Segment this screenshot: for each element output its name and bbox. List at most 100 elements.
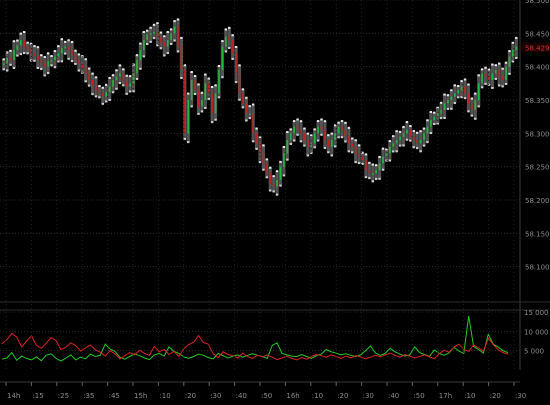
candle-high-tick bbox=[101, 86, 105, 89]
candle-body bbox=[84, 68, 87, 74]
candle-low-tick bbox=[443, 117, 446, 119]
candle-low-tick bbox=[142, 55, 146, 58]
candle-high-tick bbox=[193, 75, 197, 77]
candle-low-tick bbox=[450, 107, 453, 110]
candle-high-tick bbox=[214, 84, 217, 87]
candle-high-tick bbox=[128, 75, 132, 78]
candle-body bbox=[467, 93, 470, 104]
candle-body bbox=[143, 40, 145, 50]
candle-high-tick bbox=[16, 39, 19, 42]
candle-low-tick bbox=[149, 40, 152, 43]
candle-high-tick bbox=[197, 83, 200, 86]
candle-body bbox=[88, 73, 90, 80]
candle-body bbox=[494, 70, 497, 74]
candle-low-tick bbox=[173, 39, 176, 42]
candle-low-tick bbox=[258, 161, 262, 164]
time-tick-label: :10 bbox=[159, 392, 170, 400]
candle-body bbox=[344, 130, 347, 137]
candle-high-tick bbox=[23, 31, 26, 33]
price-tick-label: 58.150 bbox=[525, 230, 550, 238]
candle-body bbox=[419, 140, 422, 144]
candle-high-tick bbox=[173, 20, 176, 23]
candle-body bbox=[348, 136, 350, 144]
candle-body bbox=[354, 146, 357, 154]
candle-body bbox=[180, 46, 183, 70]
candle-body bbox=[289, 133, 292, 140]
candle-high-tick bbox=[33, 45, 36, 48]
candle-body bbox=[283, 153, 285, 167]
candle-high-tick bbox=[180, 36, 183, 39]
candle-low-tick bbox=[91, 93, 94, 96]
candle-high-tick bbox=[344, 121, 347, 124]
candle-high-tick bbox=[395, 130, 398, 133]
candle-low-tick bbox=[299, 140, 303, 143]
candle-low-tick bbox=[351, 151, 354, 154]
candle-body bbox=[238, 73, 241, 94]
candle-low-tick bbox=[9, 63, 12, 66]
candle-high-tick bbox=[504, 61, 508, 64]
time-tick-label: 14h bbox=[7, 392, 20, 400]
candle-high-tick bbox=[122, 68, 125, 71]
candle-low-tick bbox=[282, 174, 286, 177]
candle-body bbox=[228, 36, 231, 40]
price-tick-label: 58.500 bbox=[525, 0, 550, 5]
candle-high-tick bbox=[508, 50, 511, 53]
price-tick-label: 58.300 bbox=[525, 130, 550, 138]
candle-high-tick bbox=[245, 96, 248, 99]
time-tick-label: 17h bbox=[439, 392, 452, 400]
candle-low-tick bbox=[265, 176, 269, 179]
candle-low-tick bbox=[2, 68, 5, 71]
candle-high-tick bbox=[108, 76, 111, 79]
candle-body bbox=[460, 86, 463, 90]
candle-high-tick bbox=[118, 64, 122, 67]
candle-body bbox=[409, 130, 412, 137]
candle-body bbox=[242, 93, 244, 104]
candle-body bbox=[139, 50, 142, 60]
candle-low-tick bbox=[419, 150, 422, 153]
candle-low-tick bbox=[152, 37, 156, 40]
candle-low-tick bbox=[40, 67, 43, 70]
candle-low-tick bbox=[50, 64, 53, 67]
candle-body bbox=[184, 70, 186, 134]
candle-body bbox=[61, 48, 63, 54]
candle-body bbox=[300, 130, 302, 134]
candle-high-tick bbox=[248, 105, 251, 108]
candle-high-tick bbox=[351, 137, 354, 140]
candle-low-tick bbox=[344, 140, 347, 143]
candle-low-tick bbox=[296, 133, 299, 136]
candle-body bbox=[361, 156, 364, 160]
candle-body bbox=[16, 45, 19, 50]
candle-low-tick bbox=[33, 59, 36, 62]
candle-body bbox=[293, 126, 295, 134]
candle-high-tick bbox=[152, 23, 156, 26]
candle-low-tick bbox=[313, 146, 316, 149]
candle-low-tick bbox=[234, 81, 238, 84]
candle-high-tick bbox=[303, 127, 306, 130]
candle-low-tick bbox=[429, 132, 433, 135]
candle-body bbox=[368, 170, 371, 174]
candle-low-tick bbox=[275, 193, 279, 196]
time-tick-label: :10 bbox=[312, 392, 323, 400]
candle-low-tick bbox=[378, 177, 381, 180]
candle-high-tick bbox=[269, 166, 272, 169]
candle-body bbox=[498, 70, 501, 77]
candle-low-tick bbox=[364, 176, 368, 179]
candle-high-tick bbox=[228, 26, 231, 29]
candle-high-tick bbox=[491, 63, 494, 66]
candle-body bbox=[102, 93, 104, 97]
candle-low-tick bbox=[491, 87, 494, 89]
candle-high-tick bbox=[142, 31, 146, 33]
candle-high-tick bbox=[91, 72, 94, 75]
candle-body bbox=[296, 126, 299, 130]
candle-high-tick bbox=[354, 139, 357, 142]
candle-high-tick bbox=[409, 125, 412, 127]
candle-high-tick bbox=[330, 132, 333, 135]
candle-low-tick bbox=[460, 96, 463, 99]
time-tick-label: :10 bbox=[464, 392, 475, 400]
candle-low-tick bbox=[122, 84, 125, 87]
candle-high-tick bbox=[463, 78, 467, 81]
candle-body bbox=[235, 53, 237, 74]
candle-high-tick bbox=[368, 161, 371, 164]
candle-high-tick bbox=[470, 97, 474, 100]
candle-low-tick bbox=[19, 53, 22, 56]
